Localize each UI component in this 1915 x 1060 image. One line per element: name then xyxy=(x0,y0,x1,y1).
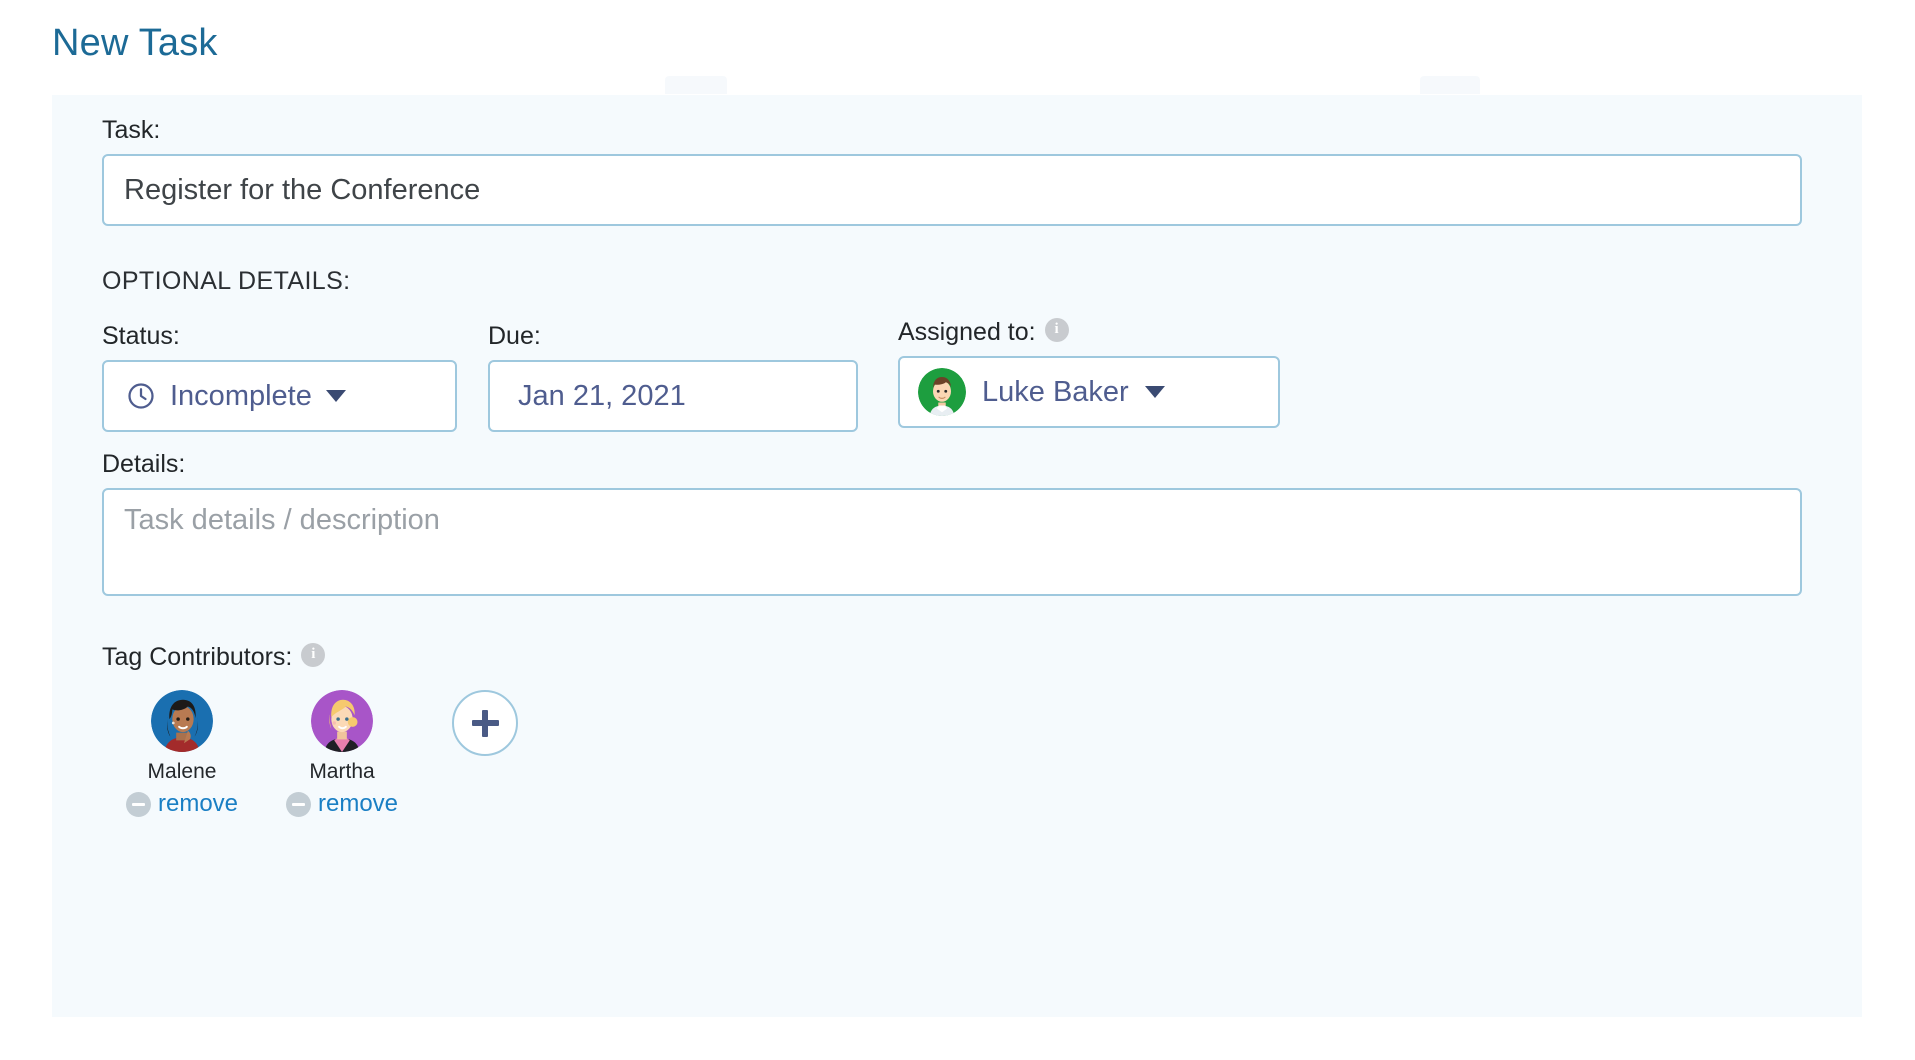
assigned-label: Assigned to: xyxy=(898,318,1036,346)
contributor-name: Malene xyxy=(147,760,217,783)
tab-ghost-right xyxy=(1420,76,1480,94)
contributor-name: Martha xyxy=(309,760,375,783)
details-label: Details: xyxy=(102,450,186,478)
details-textarea[interactable]: Task details / description xyxy=(102,488,1802,596)
due-label: Due: xyxy=(488,322,541,350)
status-field-group: Status: Incomplete xyxy=(102,322,457,432)
due-date-value: Jan 21, 2021 xyxy=(518,379,686,412)
status-dropdown[interactable]: Incomplete xyxy=(102,360,457,432)
avatar[interactable] xyxy=(311,690,373,752)
task-input[interactable]: Register for the Conference xyxy=(102,154,1802,226)
contributor-item: Malene remove xyxy=(102,690,262,818)
remove-contributor-button[interactable]: remove xyxy=(125,790,239,818)
assigned-to-dropdown[interactable]: Luke Baker xyxy=(898,356,1280,428)
remove-contributor-button[interactable]: remove xyxy=(285,790,399,818)
details-field-group: Details: Task details / description xyxy=(102,450,1802,596)
info-icon[interactable]: i xyxy=(301,642,326,667)
tab-ghost-left xyxy=(665,76,727,94)
new-task-form-panel: Task: Register for the Conference OPTION… xyxy=(52,95,1862,1017)
avatar[interactable] xyxy=(151,690,213,752)
tag-contributors-label: Tag Contributors: xyxy=(102,643,293,671)
minus-circle-icon xyxy=(125,791,151,817)
status-value: Incomplete xyxy=(170,379,312,412)
due-field-group: Due: Jan 21, 2021 xyxy=(488,322,858,432)
clock-icon xyxy=(128,383,154,409)
assigned-label-row: Assigned to: i xyxy=(898,317,1280,347)
page-title: New Task xyxy=(52,22,218,64)
info-icon[interactable]: i xyxy=(1044,317,1069,342)
chevron-down-icon xyxy=(1144,386,1165,398)
tag-contributors-group: Tag Contributors: i Malene remove Martha… xyxy=(102,642,518,818)
remove-label: remove xyxy=(317,790,399,817)
status-label: Status: xyxy=(102,322,180,350)
contributors-list: Malene remove Martha remove xyxy=(102,690,518,818)
minus-circle-icon xyxy=(285,791,311,817)
plus-icon xyxy=(471,709,499,737)
new-task-screen: New Task Task: Register for the Conferen… xyxy=(0,0,1915,1060)
tag-contributors-label-row: Tag Contributors: i xyxy=(102,642,518,672)
task-label: Task: xyxy=(102,116,161,144)
task-field-group: Task: Register for the Conference xyxy=(102,116,1802,226)
optional-details-heading: OPTIONAL DETAILS: xyxy=(102,267,351,295)
avatar xyxy=(918,368,966,416)
due-date-input[interactable]: Jan 21, 2021 xyxy=(488,360,858,432)
chevron-down-icon xyxy=(325,390,346,402)
assigned-to-value: Luke Baker xyxy=(982,375,1129,408)
add-contributor-button[interactable] xyxy=(452,690,518,756)
contributor-item: Martha remove xyxy=(262,690,422,818)
remove-label: remove xyxy=(157,790,239,817)
assigned-field-group: Assigned to: i Luke Baker xyxy=(898,317,1280,428)
